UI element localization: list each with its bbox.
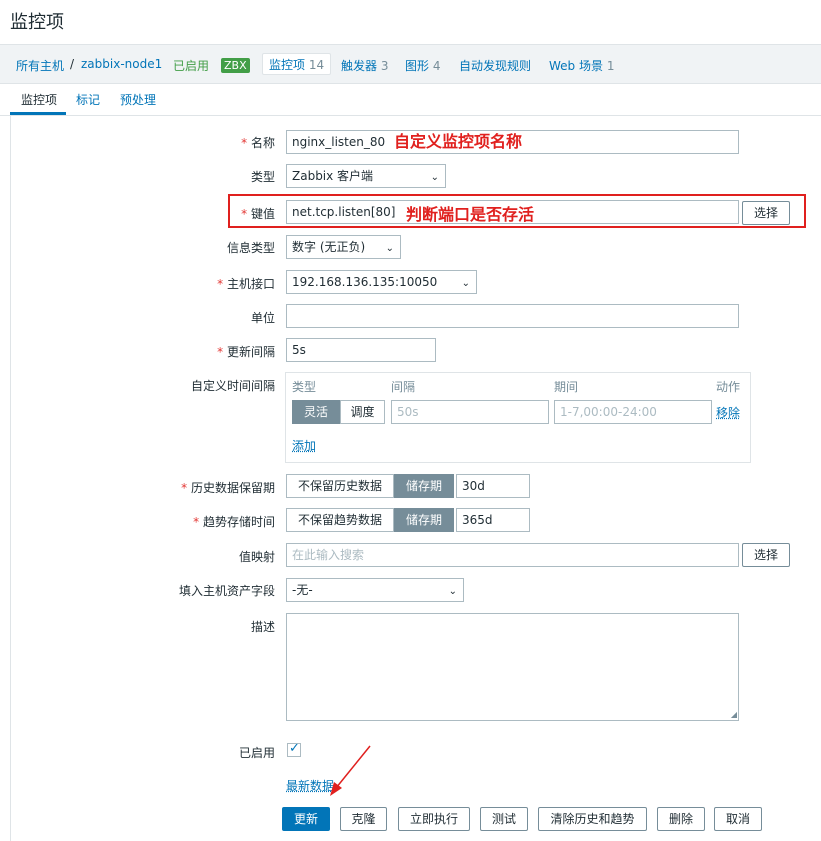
triggers-label: 触发器 — [341, 59, 378, 73]
custom-period-input[interactable]: 1-7,00:00-24:00 — [554, 400, 712, 424]
web-label: Web 场景 — [549, 59, 603, 73]
type-value: Zabbix 客户端 — [292, 169, 374, 183]
breadcrumb-graphs[interactable]: 图形 4 — [405, 57, 440, 74]
graphs-label: 图形 — [405, 59, 430, 73]
breadcrumb: 所有主机 / zabbix-node1 已启用 ZBX 监控项 14 触发器 3… — [0, 44, 821, 84]
description-textarea[interactable]: ◢ — [286, 613, 739, 721]
breadcrumb-host[interactable]: zabbix-node1 — [81, 57, 162, 71]
inventory-label: 填入主机资产字段 — [178, 584, 275, 598]
clone-button[interactable]: 克隆 — [340, 807, 387, 831]
graphs-count: 4 — [432, 59, 441, 73]
breadcrumb-discovery[interactable]: 自动发现规则 — [459, 57, 531, 74]
scheduling-toggle[interactable]: 调度 — [340, 400, 385, 424]
info-type-select[interactable]: 数字 (无正负) ⌄ — [286, 235, 401, 259]
flexible-toggle[interactable]: 灵活 — [292, 400, 340, 424]
history-label: * 历史数据保留期 — [181, 481, 275, 495]
form-tabs: 监控项 标记 预处理 — [0, 84, 821, 116]
key-annotation: 判断端口是否存活 — [406, 205, 535, 224]
info-type-value: 数字 (无正负) — [292, 240, 366, 254]
interface-value: 192.168.136.135:10050 — [292, 275, 438, 289]
history-input[interactable]: 30d — [456, 474, 530, 498]
delete-button[interactable]: 删除 — [657, 807, 705, 831]
breadcrumb-separator: / — [70, 57, 75, 71]
interval-label: * 更新间隔 — [217, 345, 275, 359]
trends-label: * 趋势存储时间 — [193, 515, 275, 529]
inventory-select[interactable]: -无- ⌄ — [286, 578, 464, 602]
tab-tags[interactable]: 标记 — [76, 91, 100, 108]
trends-storage-toggle[interactable]: 储存期 — [394, 508, 454, 532]
name-annotation: 自定义监控项名称 — [394, 132, 523, 151]
enabled-label: 已启用 — [238, 746, 275, 760]
items-label: 监控项 — [269, 58, 306, 72]
trends-input[interactable]: 365d — [456, 508, 530, 532]
execute-now-button[interactable]: 立即执行 — [398, 807, 470, 831]
host-enabled-status[interactable]: 已启用 — [173, 57, 209, 74]
test-button[interactable]: 测试 — [480, 807, 528, 831]
inventory-value: -无- — [292, 583, 313, 597]
key-label: * 键值 — [241, 207, 275, 221]
col-type: 类型 — [292, 380, 317, 394]
info-type-label: 信息类型 — [226, 241, 275, 255]
breadcrumb-all-hosts[interactable]: 所有主机 — [16, 57, 64, 74]
custom-interval-input[interactable]: 50s — [391, 400, 549, 424]
active-tab-indicator — [10, 112, 66, 115]
interface-label: * 主机接口 — [217, 277, 275, 291]
remove-interval-link[interactable]: 移除 — [716, 404, 740, 421]
breadcrumb-items[interactable]: 监控项 14 — [262, 53, 332, 75]
col-interval: 间隔 — [391, 380, 416, 394]
trends-no-keep-toggle[interactable]: 不保留趋势数据 — [286, 508, 394, 532]
name-label: * 名称 — [241, 136, 275, 150]
web-count: 1 — [606, 59, 615, 73]
add-interval-link[interactable]: 添加 — [292, 437, 316, 454]
units-input[interactable] — [286, 304, 739, 328]
key-select-button[interactable]: 选择 — [742, 201, 790, 225]
valuemap-label: 值映射 — [238, 550, 275, 564]
enabled-checkbox[interactable]: ✓ — [287, 741, 301, 757]
tab-preprocessing[interactable]: 预处理 — [120, 91, 156, 108]
chevron-down-icon: ⌄ — [461, 278, 470, 289]
items-count: 14 — [308, 58, 325, 72]
breadcrumb-triggers[interactable]: 触发器 3 — [341, 57, 388, 74]
valuemap-input[interactable]: 在此输入搜索 — [286, 543, 739, 567]
update-button[interactable]: 更新 — [282, 807, 330, 831]
description-label: 描述 — [250, 620, 275, 634]
history-no-keep-toggle[interactable]: 不保留历史数据 — [286, 474, 394, 498]
units-label: 单位 — [250, 311, 275, 325]
valuemap-select-button[interactable]: 选择 — [742, 543, 790, 567]
breadcrumb-web[interactable]: Web 场景 1 — [549, 57, 614, 74]
triggers-count: 3 — [380, 59, 389, 73]
clear-history-button[interactable]: 清除历史和趋势 — [538, 807, 647, 831]
chevron-down-icon: ⌄ — [430, 172, 439, 183]
cancel-button[interactable]: 取消 — [714, 807, 762, 831]
type-select[interactable]: Zabbix 客户端 ⌄ — [286, 164, 446, 188]
tab-item[interactable]: 监控项 — [21, 91, 57, 108]
chevron-down-icon: ⌄ — [448, 586, 457, 597]
page-title: 监控项 — [10, 12, 64, 33]
interface-select[interactable]: 192.168.136.135:10050 ⌄ — [286, 270, 477, 294]
check-icon: ✓ — [289, 741, 300, 756]
col-period: 期间 — [554, 380, 579, 394]
history-storage-toggle[interactable]: 储存期 — [394, 474, 454, 498]
resize-handle-icon[interactable]: ◢ — [731, 710, 737, 719]
col-action: 动作 — [716, 380, 741, 394]
custom-intervals-label: 自定义时间间隔 — [190, 379, 275, 393]
interval-input[interactable]: 5s — [286, 338, 436, 362]
chevron-down-icon: ⌄ — [385, 243, 394, 254]
type-label: 类型 — [250, 170, 275, 184]
zbx-availability-badge: ZBX — [221, 58, 250, 73]
red-arrow-icon — [330, 745, 371, 796]
